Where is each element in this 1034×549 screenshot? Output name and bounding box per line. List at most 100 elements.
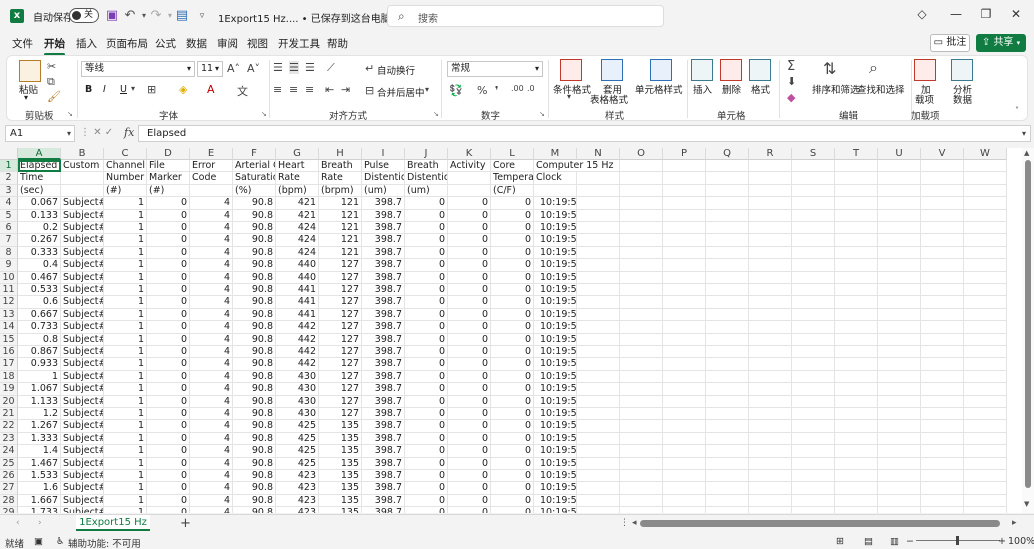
table-cell[interactable]: 425 [276,445,319,458]
table-cell[interactable]: 0 [448,457,491,470]
column-header-s[interactable]: S [792,148,835,160]
table-cell[interactable]: Subject#1 [61,470,104,483]
column-header-e[interactable]: E [190,148,233,160]
column-header-d[interactable]: D [147,148,190,160]
table-cell[interactable] [663,383,706,396]
table-cell[interactable] [878,321,921,334]
table-cell[interactable] [792,395,835,408]
table-cell[interactable]: 398.7 [362,259,405,272]
table-cell[interactable] [577,370,620,384]
table-cell[interactable] [878,358,921,371]
table-cell[interactable]: 1 [104,197,147,210]
table-cell[interactable]: 0.8 [18,333,61,346]
table-cell[interactable]: 1 [104,507,147,513]
macro-record-icon[interactable]: ▣ [34,536,43,547]
row-header[interactable]: 18 [0,370,18,384]
add-sheet-icon[interactable]: + [180,516,191,531]
table-cell[interactable] [577,246,620,260]
table-cell[interactable] [921,284,964,297]
row-header[interactable]: 13 [0,308,18,322]
header-cell[interactable] [620,184,663,198]
table-cell[interactable] [921,246,964,260]
table-cell[interactable] [663,408,706,421]
cancel-icon[interactable]: ✕ [93,127,101,138]
table-cell[interactable] [706,209,749,222]
table-cell[interactable]: 1 [104,408,147,421]
minimize-icon[interactable]: — [946,7,966,21]
table-cell[interactable]: Subject#1 [61,209,104,222]
table-cell[interactable] [706,457,749,470]
column-header-a[interactable]: A [18,148,61,160]
table-cell[interactable] [577,383,620,396]
decrease-indent-icon[interactable]: ⇤ [325,83,334,96]
table-cell[interactable]: 4 [190,308,233,322]
table-cell[interactable] [577,308,620,322]
clipboard-launcher-icon[interactable]: ↘ [67,110,73,118]
underline-button[interactable]: U [120,84,127,95]
table-cell[interactable] [835,494,878,508]
table-cell[interactable] [577,234,620,247]
table-cell[interactable] [792,197,835,210]
table-cell[interactable] [706,284,749,297]
bold-button[interactable]: B [85,84,92,95]
column-header-g[interactable]: G [276,148,319,160]
table-cell[interactable]: 440 [276,259,319,272]
table-cell[interactable] [706,259,749,272]
table-cell[interactable]: 423 [276,507,319,513]
table-cell[interactable] [792,494,835,508]
table-cell[interactable]: 4 [190,271,233,284]
table-cell[interactable]: 398.7 [362,246,405,260]
table-cell[interactable] [878,470,921,483]
table-cell[interactable]: 0 [147,346,190,359]
table-cell[interactable]: 0 [405,370,448,384]
sheet-tab[interactable]: 1Export15 Hz [76,515,150,531]
table-cell[interactable]: 0 [491,296,534,309]
table-cell[interactable]: 1 [104,358,147,371]
table-cell[interactable]: 1 [104,234,147,247]
row-header[interactable]: 9 [0,259,18,272]
table-cell[interactable]: 4 [190,370,233,384]
table-cell[interactable]: 10:19:57 [534,494,577,508]
table-cell[interactable] [878,197,921,210]
header-cell[interactable]: Breath [405,160,448,173]
table-cell[interactable]: 398.7 [362,470,405,483]
header-cell[interactable] [620,172,663,185]
table-cell[interactable] [878,234,921,247]
table-cell[interactable] [964,507,1007,513]
table-cell[interactable] [964,222,1007,235]
header-cell[interactable] [878,172,921,185]
table-cell[interactable]: 1.267 [18,420,61,433]
table-cell[interactable]: 398.7 [362,284,405,297]
table-cell[interactable] [835,432,878,446]
table-cell[interactable]: 0 [448,482,491,495]
column-header-o[interactable]: O [620,148,663,160]
table-cell[interactable] [921,234,964,247]
collapse-ribbon-icon[interactable]: ˅ [1015,106,1019,115]
table-cell[interactable] [749,271,792,284]
row-header[interactable]: 19 [0,383,18,396]
header-cell[interactable] [792,184,835,198]
table-cell[interactable]: 441 [276,308,319,322]
table-cell[interactable]: 4 [190,321,233,334]
table-cell[interactable]: 423 [276,470,319,483]
table-cell[interactable]: 90.8 [233,333,276,346]
table-cell[interactable]: 127 [319,284,362,297]
table-cell[interactable]: 10:19:56 [534,308,577,322]
table-cell[interactable]: 10:19:56 [534,420,577,433]
table-cell[interactable] [749,370,792,384]
table-cell[interactable]: 4 [190,358,233,371]
prev-sheet-icon[interactable]: ‹ [16,518,20,528]
row-header[interactable]: 24 [0,445,18,458]
percent-style-icon[interactable]: % [477,84,487,97]
header-cell[interactable] [577,160,620,173]
tab-view[interactable]: 视图 [247,36,268,51]
table-cell[interactable]: 398.7 [362,507,405,513]
table-cell[interactable]: 0 [448,333,491,346]
table-cell[interactable]: 90.8 [233,346,276,359]
tab-page-layout[interactable]: 页面布局 [106,36,148,51]
table-cell[interactable]: 1 [104,222,147,235]
italic-button[interactable]: I [103,84,106,95]
table-cell[interactable] [749,383,792,396]
table-cell[interactable]: 10:19:56 [534,408,577,421]
table-cell[interactable] [964,209,1007,222]
